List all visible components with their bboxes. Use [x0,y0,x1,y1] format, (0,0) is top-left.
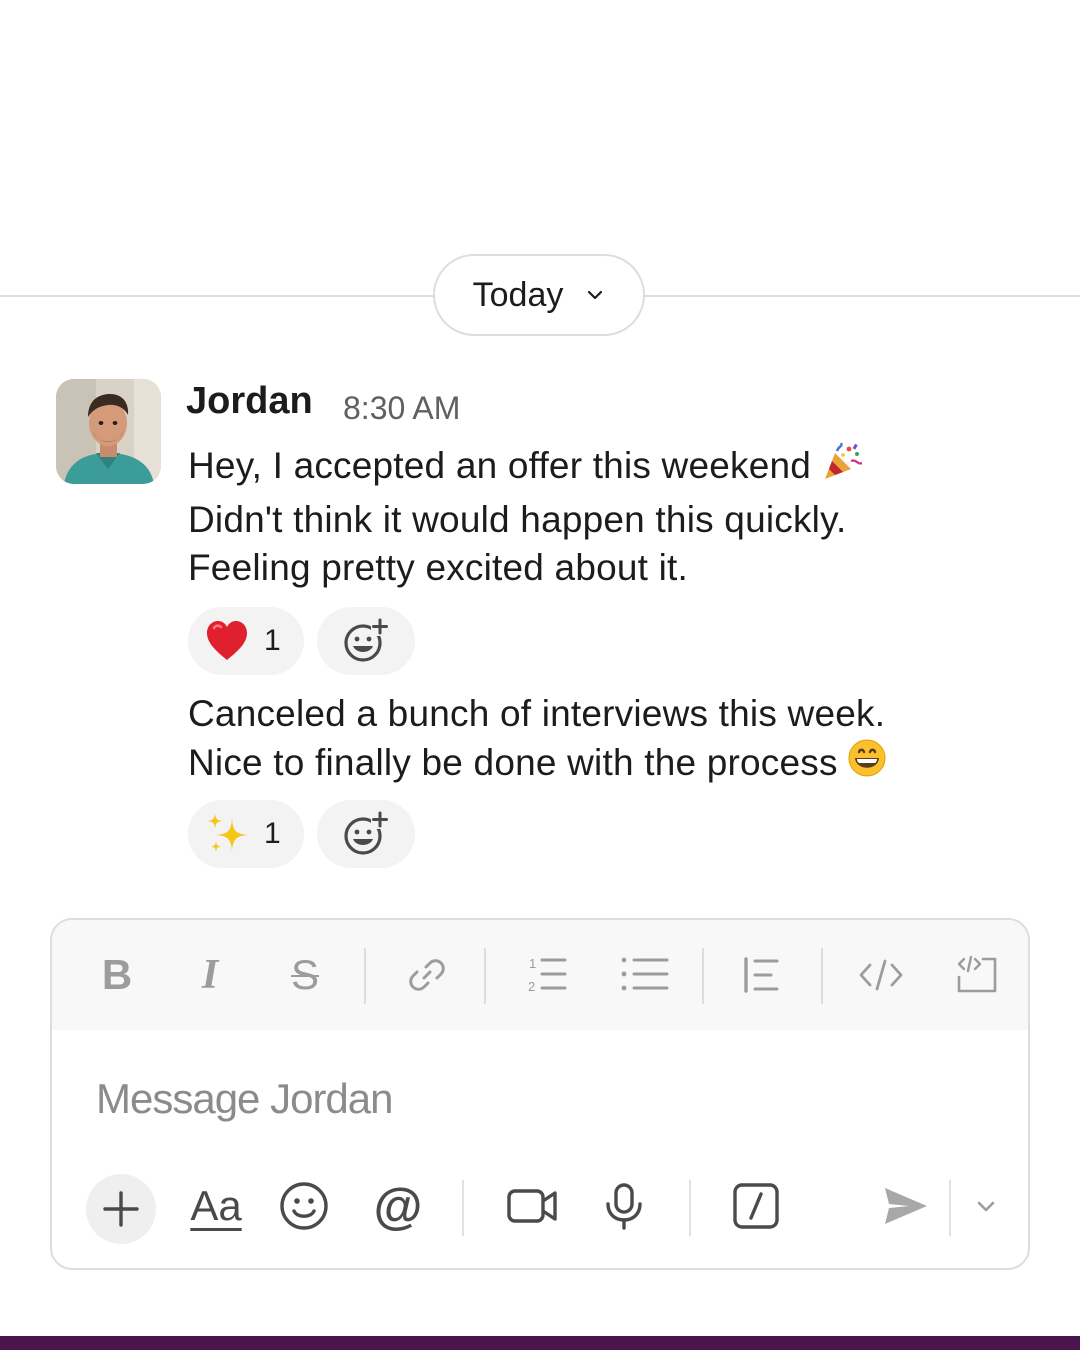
slash-command-icon [733,1183,779,1229]
chevron-down-icon [977,1201,995,1212]
composer-divider [689,1180,691,1236]
toolbar-divider [484,948,486,1004]
reaction-heart[interactable]: 1 [188,607,304,675]
video-clip-button[interactable] [502,1176,562,1236]
bulleted-list-icon [621,957,669,991]
message-composer: B I S 12 Aa [50,918,1030,1270]
add-reaction-button[interactable] [317,800,415,868]
audio-clip-button[interactable] [594,1176,654,1236]
toolbar-divider [364,948,366,1004]
toolbar-divider [821,948,823,1004]
send-options-button[interactable] [962,1176,1010,1236]
formatting-toggle-button[interactable]: Aa [176,1176,256,1236]
mention-button[interactable]: @ [368,1176,428,1236]
italic-button[interactable]: I [185,950,235,1000]
reaction-sparkles[interactable]: 1 [188,800,304,868]
attach-button[interactable] [86,1174,156,1244]
message-line: Feeling pretty excited about it. [188,547,689,588]
shortcuts-button[interactable] [726,1176,786,1236]
code-icon [859,959,903,991]
link-icon [409,959,445,991]
blockquote-button[interactable] [736,950,786,1000]
code-block-button[interactable] [952,950,1002,1000]
add-emoji-icon [344,618,389,662]
chevron-down-icon [588,290,603,300]
code-button[interactable] [856,950,906,1000]
emoji-button[interactable] [274,1176,334,1236]
bold-icon: B [101,951,133,998]
message-input[interactable] [94,1068,978,1130]
add-reaction-button[interactable] [317,607,415,675]
at-sign-icon: @ [373,1178,423,1234]
link-button[interactable] [402,950,452,1000]
party-popper-icon [821,441,863,496]
sparkles-icon [207,813,248,852]
composer-divider [462,1180,464,1236]
bold-button[interactable]: B [92,950,142,1000]
reaction-count: 1 [264,817,281,850]
code-block-icon [957,955,997,993]
toolbar-divider [702,948,704,1004]
message-line: Canceled a bunch of interviews this week… [188,693,886,734]
add-emoji-icon [344,811,389,855]
blockquote-icon [744,957,779,993]
numbered-list-icon: 12 [528,956,567,994]
date-divider-label: Today [472,275,564,314]
bulleted-list-button[interactable] [620,950,670,1000]
italic-icon: I [201,952,219,998]
brand-bar [0,1336,1080,1350]
send-button[interactable] [874,1176,938,1236]
avatar-photo [56,379,161,484]
message-line: Hey, I accepted an offer this weekend [188,441,863,496]
red-heart-icon [207,621,247,660]
formatting-toolbar: B I S 12 [52,920,1028,1030]
message-text: Canceled a bunch of interviews this week… [188,690,886,790]
message-text: Hey, I accepted an offer this weekend Di… [188,441,863,593]
plus-icon [103,1191,139,1227]
sender-name[interactable]: Jordan [186,380,313,423]
message-line: Didn't think it would happen this quickl… [188,498,847,540]
send-icon [885,1188,927,1224]
reaction-count: 1 [264,624,281,657]
composer-divider [949,1180,951,1236]
message-line: Nice to finally be done with the process [188,739,886,790]
microphone-icon [606,1183,642,1230]
date-divider-button[interactable]: Today [433,254,645,336]
smiley-icon [280,1182,328,1230]
svg-text:2: 2 [528,979,535,994]
video-camera-icon [507,1189,557,1223]
message-timestamp[interactable]: 8:30 AM [343,390,460,427]
avatar[interactable] [56,379,161,484]
strikethrough-icon: S [290,951,319,998]
strikethrough-button[interactable]: S [280,950,330,1000]
svg-text:1: 1 [529,956,536,971]
grinning-face-icon [848,739,886,790]
text-format-icon: Aa [190,1182,242,1229]
numbered-list-button[interactable]: 12 [522,950,572,1000]
